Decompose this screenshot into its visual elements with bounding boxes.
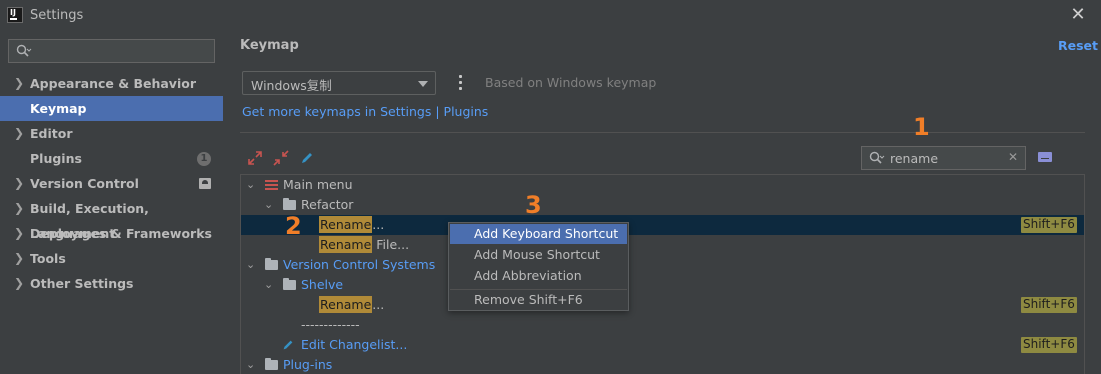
find-by-shortcut-icon[interactable]	[1038, 152, 1052, 162]
sidebar-item-build[interactable]: ❯ Build, Execution, Deployment	[0, 196, 223, 241]
shortcut-badge: Shift+F6	[1021, 337, 1077, 353]
settings-search-input[interactable]	[8, 39, 215, 63]
chevron-down-icon: ⌄	[246, 258, 256, 271]
menu-item-add-keyboard-shortcut[interactable]: Add Keyboard Shortcut	[450, 224, 627, 244]
menu-icon	[265, 180, 278, 190]
sidebar-item-appearance[interactable]: ❯ Appearance & Behavior	[0, 71, 223, 96]
chevron-down-icon	[418, 81, 428, 87]
sidebar-item-keymap[interactable]: Keymap	[0, 96, 223, 121]
page-title: Keymap	[240, 38, 299, 53]
tree-row-label: Rename...	[319, 216, 385, 233]
folder-icon	[283, 278, 296, 290]
annotation-step-3: 3	[525, 191, 542, 219]
menu-item-add-abbreviation[interactable]: Add Abbreviation	[450, 266, 627, 286]
keymap-panel: Keymap Reset Windows复制 Based on Windows …	[223, 32, 1101, 374]
sidebar-item-plugins[interactable]: Plugins 1	[0, 146, 223, 171]
tree-row-refactor[interactable]: ⌄ Refactor	[241, 195, 1084, 215]
annotation-step-2: 2	[285, 212, 302, 240]
chevron-right-icon: ❯	[14, 126, 25, 140]
tree-row-label: Plug-ins	[283, 357, 333, 372]
expand-all-icon[interactable]	[247, 150, 263, 166]
clear-search-icon[interactable]: ✕	[1008, 150, 1018, 164]
keymap-dropdown[interactable]: Windows复制	[242, 71, 436, 95]
chevron-down-icon: ⌄	[246, 178, 256, 191]
annotation-step-1: 1	[913, 113, 930, 141]
chevron-down-icon: ⌄	[246, 358, 256, 371]
settings-nav: ❯ Appearance & Behavior Keymap ❯ Editor …	[0, 71, 223, 296]
search-highlight: Rename	[319, 216, 373, 233]
sidebar-item-editor[interactable]: ❯ Editor	[0, 121, 223, 146]
tree-row-plugins[interactable]: ⌄ Plug-ins	[241, 355, 1084, 374]
tree-row-label: -------------	[301, 317, 360, 332]
context-menu: Add Keyboard Shortcut Add Mouse Shortcut…	[448, 222, 629, 311]
tree-row-edit-changelist[interactable]: Edit Changelist... Shift+F6	[241, 335, 1084, 355]
chevron-right-icon: ❯	[14, 251, 25, 265]
edit-pencil-icon[interactable]	[299, 150, 315, 166]
collapse-all-icon[interactable]	[273, 150, 289, 166]
keymap-search-input[interactable]	[890, 150, 1000, 166]
reset-link[interactable]: Reset	[1058, 38, 1098, 53]
keymap-search-field[interactable]: ✕	[861, 146, 1026, 170]
plugins-count-badge: 1	[197, 152, 211, 166]
search-icon	[869, 151, 885, 164]
keymap-dropdown-value: Windows复制	[251, 78, 332, 93]
tree-row-label: Main menu	[283, 177, 353, 192]
tree-row-label: Rename...	[319, 296, 385, 313]
folder-icon	[265, 258, 278, 270]
tree-row-rename-file[interactable]: Rename File...	[241, 235, 1084, 255]
tree-row-rename[interactable]: Rename... Shift+F6	[241, 215, 1084, 235]
sidebar-item-other[interactable]: ❯ Other Settings	[0, 271, 223, 296]
more-options-icon[interactable]	[456, 73, 466, 93]
sidebar-item-label: Tools	[30, 251, 66, 266]
edit-pencil-icon	[283, 340, 293, 350]
tree-row-label: Version Control Systems	[283, 257, 436, 272]
chevron-right-icon: ❯	[14, 226, 25, 240]
tree-row-main-menu[interactable]: ⌄ Main menu	[241, 175, 1084, 195]
sidebar-item-label: Other Settings	[30, 276, 134, 291]
sidebar-item-label: Keymap	[30, 101, 87, 116]
shortcut-badge: Shift+F6	[1021, 217, 1077, 233]
title-bar: IJ Settings ✕	[0, 0, 1101, 32]
search-highlight: Rename	[319, 296, 373, 313]
tree-row-label: Rename File...	[319, 236, 410, 253]
tree-row-label: Edit Changelist...	[301, 337, 408, 352]
divider	[240, 132, 1085, 133]
chevron-right-icon: ❯	[14, 176, 25, 190]
get-more-keymaps-link[interactable]: Get more keymaps in Settings | Plugins	[242, 104, 488, 119]
repo-icon	[199, 178, 211, 189]
menu-item-remove-shortcut[interactable]: Remove Shift+F6	[450, 290, 627, 310]
chevron-down-icon: ⌄	[264, 198, 274, 211]
tree-row-shelve-rename[interactable]: Rename... Shift+F6	[241, 295, 1084, 315]
chevron-right-icon: ❯	[14, 276, 25, 290]
tree-row-separator: -------------	[241, 315, 1084, 335]
tree-row-label: Shelve	[301, 277, 344, 292]
search-highlight: Rename	[319, 236, 373, 253]
settings-sidebar: ❯ Appearance & Behavior Keymap ❯ Editor …	[0, 32, 223, 374]
based-on-text: Based on Windows keymap	[485, 75, 657, 90]
intellij-app-icon: IJ	[7, 7, 23, 23]
sidebar-item-label: Plugins	[30, 151, 82, 166]
folder-icon	[283, 198, 296, 210]
chevron-down-icon: ⌄	[264, 278, 274, 291]
close-icon[interactable]: ✕	[1069, 5, 1087, 25]
chevron-right-icon: ❯	[14, 76, 25, 90]
menu-item-add-mouse-shortcut[interactable]: Add Mouse Shortcut	[450, 245, 627, 265]
tree-row-label: Refactor	[301, 197, 354, 212]
sidebar-item-label: Editor	[30, 126, 73, 141]
sidebar-item-tools[interactable]: ❯ Tools	[0, 246, 223, 271]
search-icon	[16, 44, 32, 57]
tree-row-shelve[interactable]: ⌄ Shelve	[241, 275, 1084, 295]
window-title: Settings	[30, 8, 84, 23]
sidebar-item-label: Version Control	[30, 176, 139, 191]
sidebar-item-version-control[interactable]: ❯ Version Control	[0, 171, 223, 196]
sidebar-item-label: Appearance & Behavior	[30, 76, 196, 91]
tree-row-vcs[interactable]: ⌄ Version Control Systems	[241, 255, 1084, 275]
shortcut-badge: Shift+F6	[1021, 297, 1077, 313]
folder-icon	[265, 358, 278, 370]
sidebar-item-languages[interactable]: ❯ Languages & Frameworks	[0, 221, 223, 246]
keymap-tree: ⌄ Main menu ⌄ Refactor Rename... Shift+F…	[240, 174, 1085, 374]
sidebar-item-label: Languages & Frameworks	[30, 226, 212, 241]
chevron-right-icon: ❯	[14, 201, 25, 215]
